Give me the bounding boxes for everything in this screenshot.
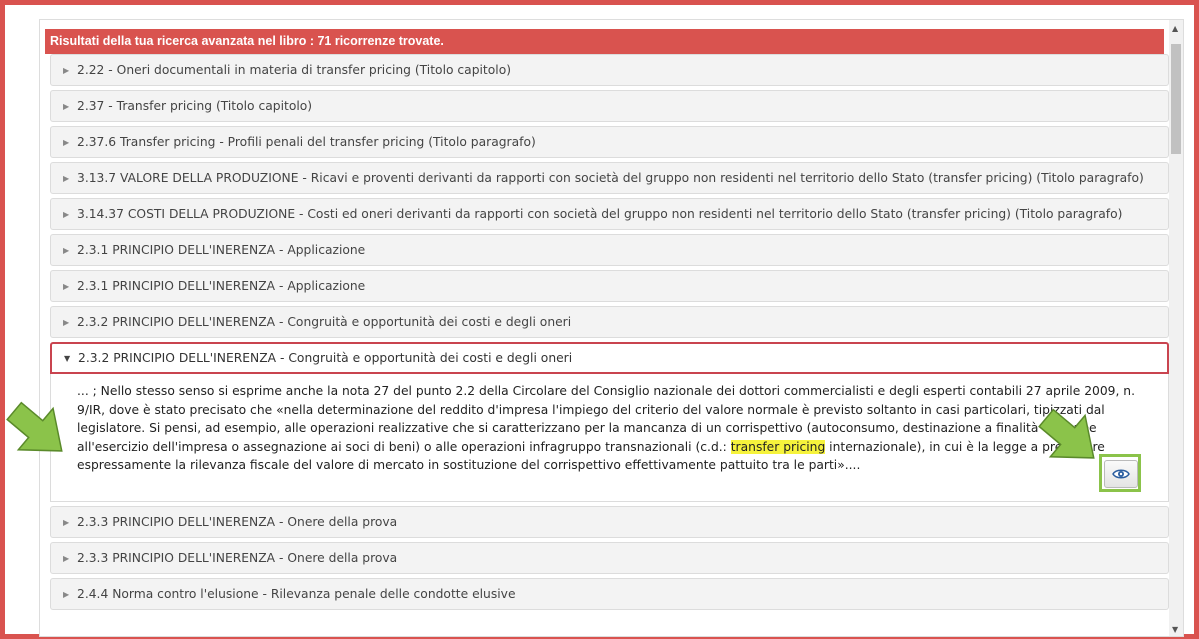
caret-down-icon: ▼ bbox=[64, 353, 71, 363]
scroll-up-icon[interactable]: ▲ bbox=[1172, 24, 1178, 33]
caret-right-icon: ▶ bbox=[63, 317, 70, 327]
result-item[interactable]: ▶ 2.3.1 PRINCIPIO DELL'INERENZA - Applica… bbox=[50, 270, 1169, 302]
results-list: ▶ 2.22 - Oneri documentali in materia di … bbox=[50, 54, 1169, 614]
result-item[interactable]: ▶ 3.14.37 COSTI DELLA PRODUZIONE - Costi … bbox=[50, 198, 1169, 230]
vertical-scrollbar[interactable]: ▲ ▼ bbox=[1169, 20, 1183, 636]
result-item[interactable]: ▶ 2.37 - Transfer pricing (Titolo capitol… bbox=[50, 90, 1169, 122]
result-item[interactable]: ▶ 2.3.2 PRINCIPIO DELL'INERENZA - Congrui… bbox=[50, 306, 1169, 338]
caret-right-icon: ▶ bbox=[63, 101, 70, 111]
caret-right-icon: ▶ bbox=[63, 517, 70, 527]
result-item[interactable]: ▶ 2.4.4 Norma contro l'elusione - Rilevan… bbox=[50, 578, 1169, 610]
caret-right-icon: ▶ bbox=[63, 209, 70, 219]
result-label: 2.3.2 PRINCIPIO DELL'INERENZA - Congruit… bbox=[78, 351, 573, 365]
result-label: 2.3.3 PRINCIPIO DELL'INERENZA - Onere de… bbox=[77, 551, 398, 565]
caret-right-icon: ▶ bbox=[63, 173, 70, 183]
result-label: 2.22 - Oneri documentali in materia di t… bbox=[77, 63, 512, 77]
result-item[interactable]: ▶ 2.3.1 PRINCIPIO DELL'INERENZA - Applica… bbox=[50, 234, 1169, 266]
results-header: Risultati della tua ricerca avanzata nel… bbox=[45, 29, 1164, 54]
result-label: 2.3.1 PRINCIPIO DELL'INERENZA - Applicaz… bbox=[77, 279, 366, 293]
result-label: 2.37.6 Transfer pricing - Profili penali… bbox=[77, 135, 536, 149]
caret-right-icon: ▶ bbox=[63, 245, 70, 255]
caret-right-icon: ▶ bbox=[63, 553, 70, 563]
result-excerpt: ... ; Nello stesso senso si esprime anch… bbox=[77, 382, 1142, 475]
caret-right-icon: ▶ bbox=[63, 137, 70, 147]
caret-right-icon: ▶ bbox=[63, 65, 70, 75]
result-item[interactable]: ▶ 3.13.7 VALORE DELLA PRODUZIONE - Ricavi… bbox=[50, 162, 1169, 194]
scrollbar-thumb[interactable] bbox=[1171, 44, 1181, 154]
result-item-expanded[interactable]: ▼ 2.3.2 PRINCIPIO DELL'INERENZA - Congrui… bbox=[50, 342, 1169, 374]
page-frame: Risultati della tua ricerca avanzata nel… bbox=[0, 0, 1199, 639]
caret-right-icon: ▶ bbox=[63, 281, 70, 291]
results-container: Risultati della tua ricerca avanzata nel… bbox=[39, 19, 1184, 637]
search-term-highlight: transfer pricing bbox=[730, 439, 826, 454]
result-label: 3.14.37 COSTI DELLA PRODUZIONE - Costi e… bbox=[77, 207, 1123, 221]
result-item[interactable]: ▶ 2.3.3 PRINCIPIO DELL'INERENZA - Onere d… bbox=[50, 506, 1169, 538]
result-label: 2.4.4 Norma contro l'elusione - Rilevanz… bbox=[77, 587, 516, 601]
scroll-down-icon[interactable]: ▼ bbox=[1172, 625, 1178, 634]
result-item[interactable]: ▶ 2.22 - Oneri documentali in materia di … bbox=[50, 54, 1169, 86]
annotation-arrow-left-icon bbox=[6, 401, 63, 452]
result-excerpt-panel: ... ; Nello stesso senso si esprime anch… bbox=[50, 374, 1169, 502]
result-label: 2.3.1 PRINCIPIO DELL'INERENZA - Applicaz… bbox=[77, 243, 366, 257]
result-label: 2.3.3 PRINCIPIO DELL'INERENZA - Onere de… bbox=[77, 515, 398, 529]
result-label: 3.13.7 VALORE DELLA PRODUZIONE - Ricavi … bbox=[77, 171, 1144, 185]
eye-icon bbox=[1112, 469, 1130, 479]
result-label: 2.37 - Transfer pricing (Titolo capitolo… bbox=[77, 99, 313, 113]
view-button[interactable] bbox=[1104, 460, 1138, 488]
result-item[interactable]: ▶ 2.37.6 Transfer pricing - Profili penal… bbox=[50, 126, 1169, 158]
caret-right-icon: ▶ bbox=[63, 589, 70, 599]
result-label: 2.3.2 PRINCIPIO DELL'INERENZA - Congruit… bbox=[77, 315, 572, 329]
result-item[interactable]: ▶ 2.3.3 PRINCIPIO DELL'INERENZA - Onere d… bbox=[50, 542, 1169, 574]
annotation-arrow-right-icon bbox=[1038, 408, 1095, 459]
